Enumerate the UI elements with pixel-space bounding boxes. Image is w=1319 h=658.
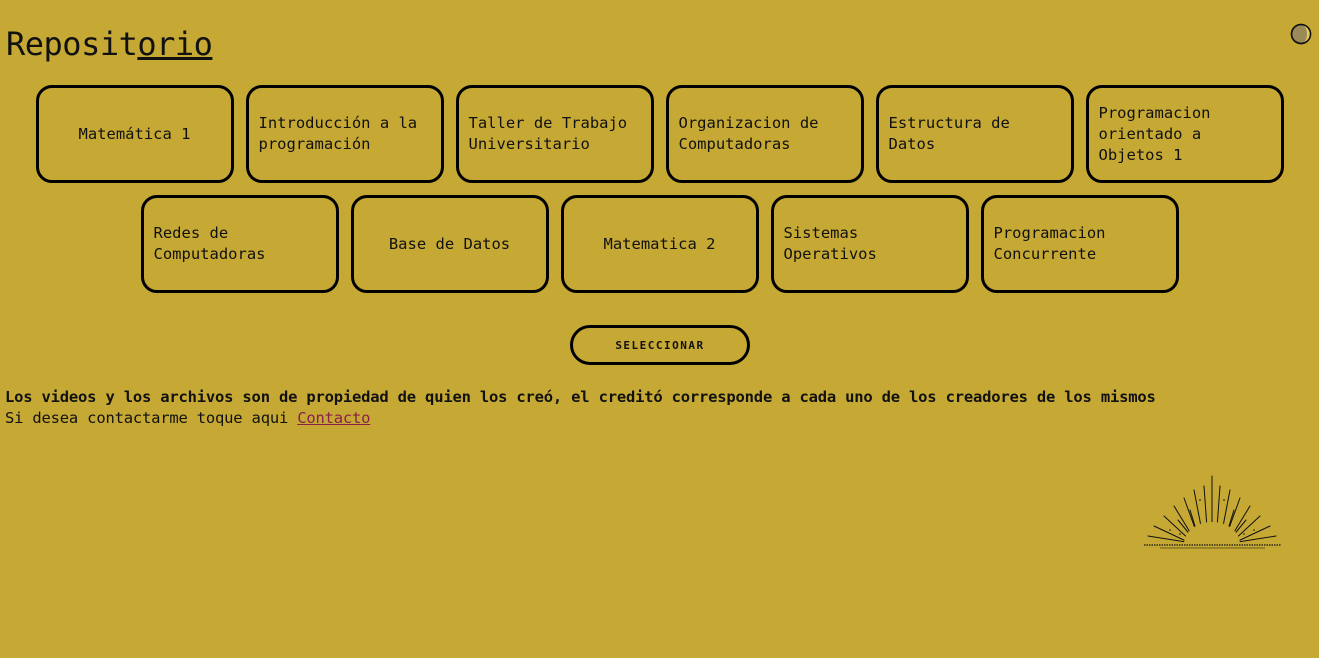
subject-card-base-datos[interactable]: Base de Datos — [350, 195, 549, 293]
subject-card-programacion-objetos-1[interactable]: Programacion orientado a Objetos 1 — [1085, 85, 1284, 183]
subject-grid: Matemática 1 Introducción a la programac… — [0, 85, 1319, 305]
sunrise-icon — [1144, 475, 1281, 549]
subject-row-1: Matemática 1 Introducción a la programac… — [0, 85, 1319, 183]
contact-line: Si desea contactarme toque aqui Contacto — [5, 408, 370, 429]
subject-label: Matemática 1 — [78, 124, 191, 143]
subject-label: Programacion Concurrente — [993, 224, 1106, 263]
title-text-start: Reposit — [6, 25, 138, 63]
theme-toggle-button[interactable] — [1290, 23, 1312, 45]
moon-icon — [1290, 23, 1312, 45]
subject-card-introduccion-programacion[interactable]: Introducción a la programación — [245, 85, 444, 183]
subject-label: Base de Datos — [388, 234, 511, 253]
subject-card-estructura-datos[interactable]: Estructura de Datos — [875, 85, 1074, 183]
subject-label: Sistemas Operativos — [783, 224, 877, 263]
subject-label: Matematica 2 — [603, 234, 716, 253]
subject-label: Organizacion de Computadoras — [678, 114, 819, 153]
subject-label: Estructura de Datos — [888, 114, 1010, 153]
contact-link[interactable]: Contacto — [297, 409, 370, 427]
subject-card-matematica-1[interactable]: Matemática 1 — [35, 85, 234, 183]
select-button[interactable]: SELECCIONAR — [570, 325, 750, 365]
subject-label: Redes de Computadoras — [153, 224, 266, 263]
subject-label: Taller de Trabajo Universitario — [468, 114, 628, 153]
page-title: Repositorio — [6, 22, 213, 66]
copyright-disclaimer: Los videos y los archivos son de propied… — [5, 388, 1156, 406]
subject-label: Introducción a la programación — [258, 114, 418, 153]
subject-card-taller-trabajo-universitario[interactable]: Taller de Trabajo Universitario — [455, 85, 654, 183]
subject-card-redes-computadoras[interactable]: Redes de Computadoras — [140, 195, 339, 293]
subject-card-programacion-concurrente[interactable]: Programacion Concurrente — [980, 195, 1179, 293]
subject-label: Programacion orientado a Objetos 1 — [1098, 103, 1211, 164]
subject-row-2: Redes de Computadoras Base de Datos Mate… — [0, 195, 1319, 293]
subject-card-sistemas-operativos[interactable]: Sistemas Operativos — [770, 195, 969, 293]
page: Repositorio Matemática 1 Introducción a … — [0, 0, 1319, 658]
contact-prefix: Si desea contactarme toque aqui — [5, 409, 298, 427]
subject-card-organizacion-computadoras[interactable]: Organizacion de Computadoras — [665, 85, 864, 183]
title-text-underlined: orio — [137, 25, 213, 63]
subject-card-matematica-2[interactable]: Matematica 2 — [560, 195, 759, 293]
